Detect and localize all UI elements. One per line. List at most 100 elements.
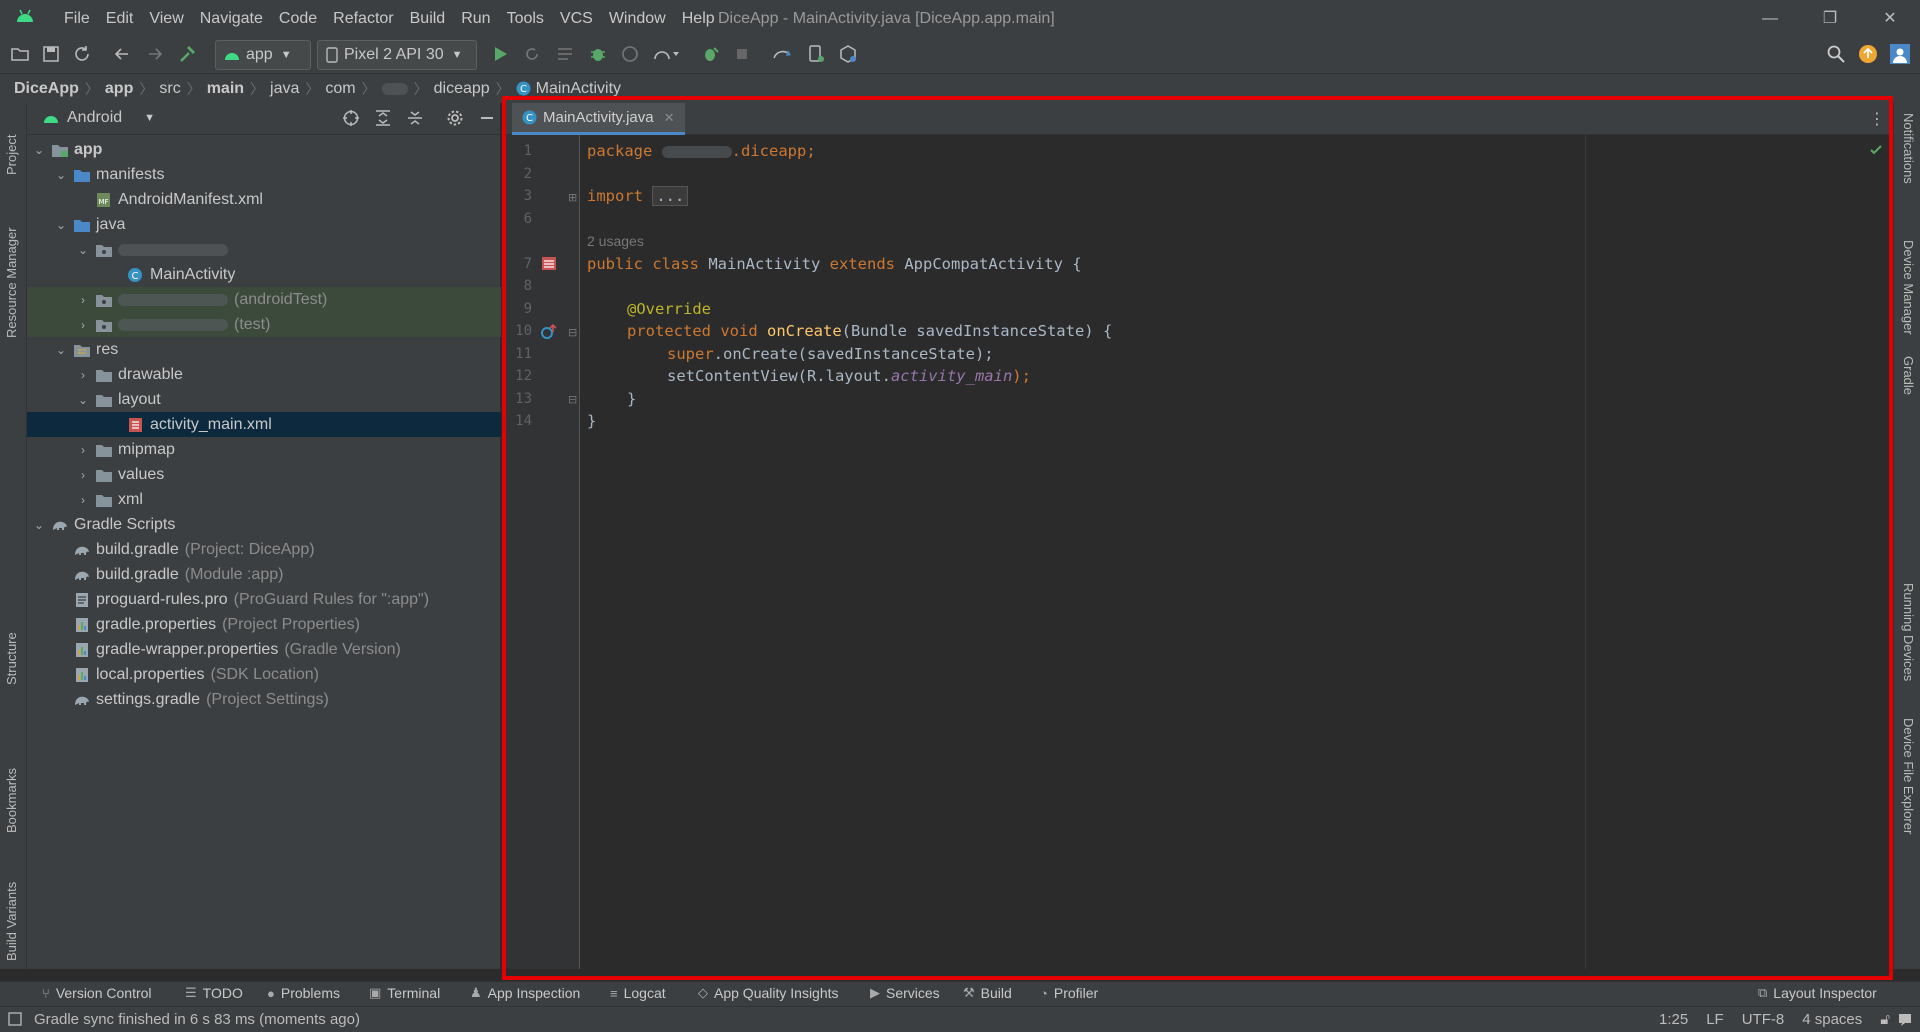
profile-icon[interactable] [620,44,640,64]
hide-panel-icon[interactable] [478,109,496,127]
stripe-build-variants[interactable]: Build Variants [4,882,19,961]
breadcrumb-item[interactable]: com [325,80,355,98]
line-separator[interactable]: LF [1706,1011,1724,1028]
attach-debugger-icon[interactable] [652,44,680,64]
stripe-running-devices[interactable]: Running Devices [1901,583,1916,681]
tree-node-gradle-properties[interactable]: gradle.properties (Project Properties) [27,612,501,637]
file-encoding[interactable]: UTF-8 [1742,1011,1785,1028]
breadcrumb-item-current[interactable]: MainActivity [536,80,621,98]
code-area[interactable]: package .diceapp; import ... 2 usages pu… [587,135,1877,969]
collapse-all-icon[interactable] [406,109,424,127]
lock-icon[interactable]: 🔓︎ [1880,1011,1890,1028]
fold-marker-icon[interactable]: ⊟ [568,326,577,339]
close-window-button[interactable]: ✕ [1860,0,1920,37]
stripe-bookmarks[interactable]: Bookmarks [4,768,19,833]
tree-node-build-gradle-project[interactable]: build.gradle (Project: DiceApp) [27,537,501,562]
stripe-structure[interactable]: Structure [4,632,19,685]
tree-node-app[interactable]: ⌄ app [27,137,501,162]
tool-app-quality-insights[interactable]: ◇ App Quality Insights [698,985,839,1001]
forward-icon[interactable] [145,44,165,64]
breadcrumb-item[interactable]: DiceApp [14,80,79,98]
stripe-resource-manager[interactable]: Resource Manager [4,227,19,338]
device-manager-icon[interactable] [806,44,826,64]
tool-profiler[interactable]: ◔ Profiler [1040,985,1098,1001]
tree-node-drawable[interactable]: › drawable [27,362,501,387]
attach-process-icon[interactable] [700,44,720,64]
stripe-gradle[interactable]: Gradle [1901,356,1916,395]
save-icon[interactable] [41,44,61,64]
menu-code[interactable]: Code [271,0,325,37]
toggle-tool-windows-icon[interactable] [8,1012,22,1031]
menu-tools[interactable]: Tools [499,0,552,37]
tree-node-build-gradle-module[interactable]: build.gradle (Module :app) [27,562,501,587]
locate-file-icon[interactable] [342,109,360,127]
apply-changes-icon[interactable] [522,44,542,64]
menu-vcs[interactable]: VCS [552,0,601,37]
tree-node-mainactivity[interactable]: C MainActivity [27,262,501,287]
breadcrumb-item[interactable]: app [105,80,133,98]
device-select[interactable]: Pixel 2 API 30 ▼ [317,40,477,70]
minimize-button[interactable]: — [1740,0,1800,37]
tool-logcat[interactable]: ≡ Logcat [610,985,666,1001]
override-method-gutter-icon[interactable] [540,323,558,346]
search-icon[interactable] [1826,44,1846,64]
menu-navigate[interactable]: Navigate [192,0,271,37]
tool-layout-inspector[interactable]: ⧉ Layout Inspector [1758,985,1877,1001]
tree-node-gradle-scripts[interactable]: ⌄ Gradle Scripts [27,512,501,537]
more-options-icon[interactable]: ⋮ [1869,109,1885,129]
tree-node-manifests[interactable]: ⌄ manifests [27,162,501,187]
sync-gradle-icon[interactable] [772,44,794,64]
menu-window[interactable]: Window [601,0,674,37]
run-icon[interactable] [490,44,510,64]
stop-icon[interactable] [732,44,752,64]
back-icon[interactable] [112,44,132,64]
editor-tab-mainactivity[interactable]: C MainActivity.java ✕ [512,103,685,135]
notifications-icon[interactable] [1898,1012,1912,1031]
sdk-manager-icon[interactable] [838,44,858,64]
menu-refactor[interactable]: Refactor [325,0,401,37]
update-available-icon[interactable] [1858,44,1878,64]
apply-code-changes-icon[interactable] [555,44,575,64]
tree-node-res[interactable]: ⌄ res [27,337,501,362]
sync-icon[interactable] [72,44,92,64]
tool-services[interactable]: ▶ Services [870,985,940,1001]
folded-imports[interactable]: ... [652,186,689,206]
tool-build[interactable]: ⚒ Build [963,985,1012,1001]
menu-view[interactable]: View [141,0,191,37]
tool-app-inspection[interactable]: ♟ App Inspection [470,985,580,1001]
close-tab-icon[interactable]: ✕ [664,110,675,126]
breadcrumb-item[interactable]: java [270,80,299,98]
indent-setting[interactable]: 4 spaces [1802,1011,1862,1028]
tree-node-gradle-wrapper-properties[interactable]: gradle-wrapper.properties (Gradle Versio… [27,637,501,662]
tree-node-layout[interactable]: ⌄ layout [27,387,501,412]
make-project-hammer-icon[interactable] [178,44,198,64]
caret-position[interactable]: 1:25 [1659,1011,1688,1028]
breadcrumb-item[interactable]: src [159,80,180,98]
tool-todo[interactable]: ☰ TODO [185,985,243,1001]
fold-marker-icon[interactable]: ⊟ [568,393,577,406]
menu-edit[interactable]: Edit [98,0,142,37]
status-message[interactable]: Gradle sync finished in 6 s 83 ms (momen… [34,1011,360,1028]
tree-node-settings-gradle[interactable]: settings.gradle (Project Settings) [27,687,501,712]
user-account-icon[interactable] [1890,44,1910,64]
tool-terminal[interactable]: ▣ Terminal [369,985,440,1001]
breadcrumb-item[interactable]: diceapp [434,80,490,98]
stripe-notifications[interactable]: Notifications [1901,113,1916,184]
menu-build[interactable]: Build [402,0,454,37]
layout-file-gutter-icon[interactable] [540,254,558,277]
fold-marker-icon[interactable]: ⊞ [568,191,577,204]
tree-node-activity-main-xml[interactable]: activity_main.xml [27,412,501,437]
menu-help[interactable]: Help [674,0,723,37]
tree-node-mipmap[interactable]: › mipmap [27,437,501,462]
menu-file[interactable]: File [56,0,98,37]
tree-node-xml[interactable]: › xml [27,487,501,512]
open-folder-icon[interactable] [10,44,30,64]
debug-icon[interactable] [588,44,608,64]
tree-node-android-manifest[interactable]: MF AndroidManifest.xml [27,187,501,212]
tree-node-test-package[interactable]: › (test) [27,312,501,337]
tool-version-control[interactable]: ⑂ Version Control [42,985,152,1001]
tree-node-values[interactable]: › values [27,462,501,487]
tool-problems[interactable]: ● Problems [267,985,340,1001]
settings-gear-icon[interactable] [446,109,464,127]
tree-node-java[interactable]: ⌄ java [27,212,501,237]
